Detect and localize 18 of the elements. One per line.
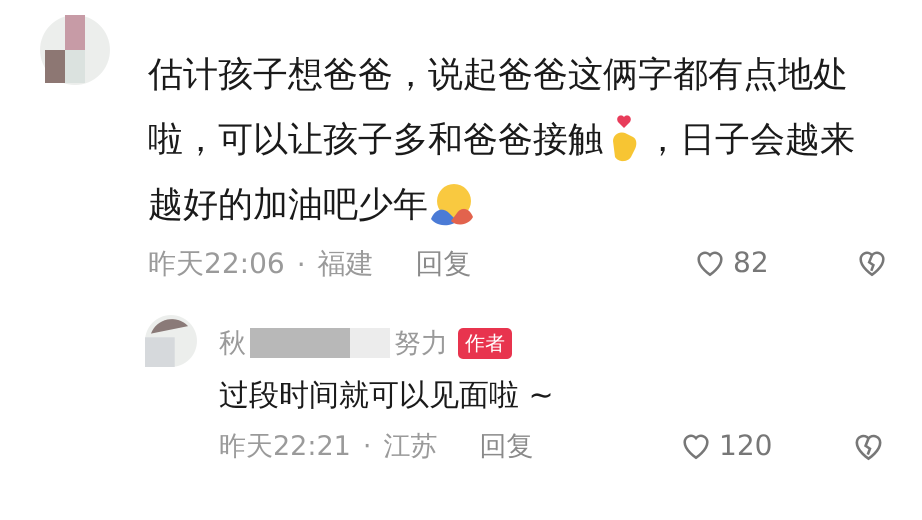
comment-text: 啦，可以让孩子多和爸爸接触: [148, 119, 603, 162]
comment-location: 福建: [318, 246, 374, 282]
reply-time: 昨天22:21: [219, 430, 351, 464]
user-name[interactable]: 秋: [219, 325, 246, 361]
comment-time: 昨天22:06: [148, 246, 285, 282]
comment-text: 越好的加油吧少年: [148, 184, 428, 227]
like-count: 120: [719, 428, 772, 462]
comment-text: 估计孩子想爸爸，说起爸爸这俩字都有点地处: [148, 54, 848, 97]
like-count: 82: [733, 246, 769, 278]
comment-text: ，日子会越来: [645, 119, 855, 162]
user-name[interactable]: 努力: [394, 325, 448, 361]
reply-text: 过段时间就可以见面啦 ~: [219, 377, 554, 415]
reply-link[interactable]: 回复: [479, 428, 534, 464]
reply-location: 江苏: [383, 430, 438, 464]
reply-link[interactable]: 回复: [416, 245, 472, 283]
separator-dot: ·: [296, 248, 306, 280]
author-badge: 作者: [458, 328, 512, 358]
separator-dot: ·: [362, 430, 372, 462]
